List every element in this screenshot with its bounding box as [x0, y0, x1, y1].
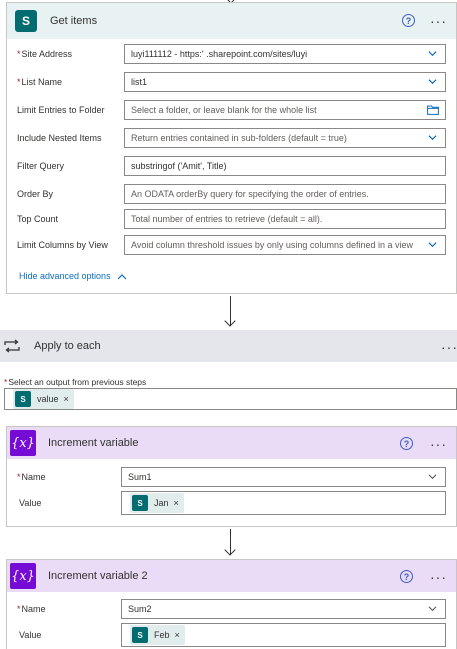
include-nested-items-row: Include Nested Items Return entries conta… — [17, 127, 446, 149]
more-options-icon[interactable]: ··· — [430, 570, 447, 584]
limit-entries-folder-label: Limit Entries to Folder — [17, 105, 105, 115]
top-count-input[interactable]: Total number of entries to retrieve (def… — [124, 209, 446, 229]
include-nested-items-label: Include Nested Items — [17, 133, 102, 143]
jan-token[interactable]: S Jan × — [130, 493, 184, 513]
help-icon[interactable]: ? — [400, 570, 413, 583]
increment-variable-header[interactable]: {x} Increment variable ? ··· — [7, 427, 456, 459]
sharepoint-icon: S — [15, 391, 31, 407]
help-icon[interactable]: ? — [400, 437, 413, 450]
sharepoint-icon: S — [132, 627, 148, 643]
feb-token[interactable]: S Feb × — [130, 625, 185, 645]
list-name-label: *List Name — [17, 77, 63, 87]
list-name-row: *List Name list1 — [17, 71, 446, 93]
order-by-row: Order By An ODATA orderBy query for speci… — [17, 183, 446, 205]
value-token[interactable]: S value × — [13, 389, 74, 409]
site-address-dropdown[interactable]: luyi111112 - https:' .sharepoint.com/sit… — [124, 44, 446, 64]
top-count-row: Top Count Total number of entries to retr… — [17, 208, 446, 230]
value-label: Value — [19, 630, 42, 640]
name-dropdown[interactable]: Sum2 — [121, 599, 446, 619]
help-icon[interactable]: ? — [402, 14, 415, 27]
limit-columns-view-dropdown[interactable]: Avoid column threshold issues by only us… — [124, 235, 446, 255]
variable-icon: {x} — [10, 430, 36, 456]
get-items-card: S Get items ? ··· *Site Address luyi11111… — [6, 2, 457, 294]
name-dropdown[interactable]: Sum1 — [121, 467, 446, 487]
order-by-input[interactable]: An ODATA orderBy query for specifying th… — [124, 184, 446, 204]
limit-columns-view-row: Limit Columns by View Avoid column thresh… — [17, 234, 446, 256]
list-name-dropdown[interactable]: list1 — [124, 72, 446, 92]
remove-token-icon[interactable]: × — [174, 498, 179, 508]
chevron-down-icon — [428, 135, 437, 141]
limit-entries-folder-row: Limit Entries to Folder Select a folder, … — [17, 99, 446, 121]
get-items-header[interactable]: S Get items ? ··· — [7, 3, 456, 39]
filter-query-row: Filter Query substringof ('Amit', Title) — [17, 155, 446, 177]
chevron-down-icon — [428, 474, 437, 480]
filter-query-input[interactable]: substringof ('Amit', Title) — [124, 156, 446, 176]
select-output-label: *Select an output from previous steps — [4, 377, 147, 387]
remove-token-icon[interactable]: × — [175, 630, 180, 640]
value-field[interactable]: S Feb × — [121, 623, 446, 647]
increment-variable-2-title: Increment variable 2 — [48, 570, 148, 582]
increment-variable-title: Increment variable — [48, 437, 139, 449]
top-count-label: Top Count — [17, 214, 59, 224]
select-output-field[interactable]: S value × — [4, 388, 457, 410]
name-row: *Name Sum2 — [17, 598, 446, 620]
increment-variable-2-header[interactable]: {x} Increment variable 2 ? ··· — [7, 560, 456, 592]
filter-query-label: Filter Query — [17, 161, 65, 171]
site-address-row: *Site Address luyi111112 - https:' .share… — [17, 43, 446, 65]
name-row: *Name Sum1 — [17, 466, 446, 488]
more-options-icon[interactable]: ··· — [430, 437, 447, 451]
folder-icon[interactable] — [427, 105, 439, 115]
chevron-down-icon — [428, 79, 437, 85]
include-nested-items-dropdown[interactable]: Return entries contained in sub-folders … — [124, 128, 446, 148]
hide-advanced-options-link[interactable]: Hide advanced options — [19, 271, 127, 281]
remove-token-icon[interactable]: × — [64, 394, 69, 404]
apply-to-each-header[interactable]: Apply to each ··· — [0, 330, 457, 362]
value-row: Value S Jan × — [17, 490, 446, 516]
loop-icon — [4, 339, 20, 353]
name-label: *Name — [17, 472, 46, 482]
limit-columns-view-label: Limit Columns by View — [17, 240, 108, 250]
chevron-down-icon — [428, 242, 437, 248]
increment-variable-card: {x} Increment variable ? ··· *Name Sum1 … — [6, 426, 457, 527]
name-label: *Name — [17, 604, 46, 614]
sharepoint-icon: S — [132, 495, 148, 511]
value-field[interactable]: S Jan × — [121, 491, 446, 515]
value-row: Value S Feb × — [17, 622, 446, 648]
more-options-icon[interactable]: ··· — [441, 340, 457, 354]
chevron-down-icon — [428, 51, 437, 57]
order-by-label: Order By — [17, 189, 54, 199]
value-label: Value — [19, 498, 42, 508]
more-options-icon[interactable]: ··· — [430, 14, 447, 28]
chevron-up-icon — [117, 273, 127, 279]
connector-arrow — [224, 529, 236, 556]
apply-to-each-title: Apply to each — [34, 340, 101, 352]
get-items-title: Get items — [50, 15, 98, 27]
variable-icon: {x} — [10, 563, 36, 589]
chevron-down-icon — [428, 606, 437, 612]
increment-variable-2-card: {x} Increment variable 2 ? ··· *Name Sum… — [6, 559, 457, 649]
limit-entries-folder-input[interactable]: Select a folder, or leave blank for the … — [124, 100, 446, 120]
connector-arrow — [224, 296, 236, 327]
site-address-label: *Site Address — [17, 49, 73, 59]
sharepoint-icon: S — [15, 10, 37, 32]
